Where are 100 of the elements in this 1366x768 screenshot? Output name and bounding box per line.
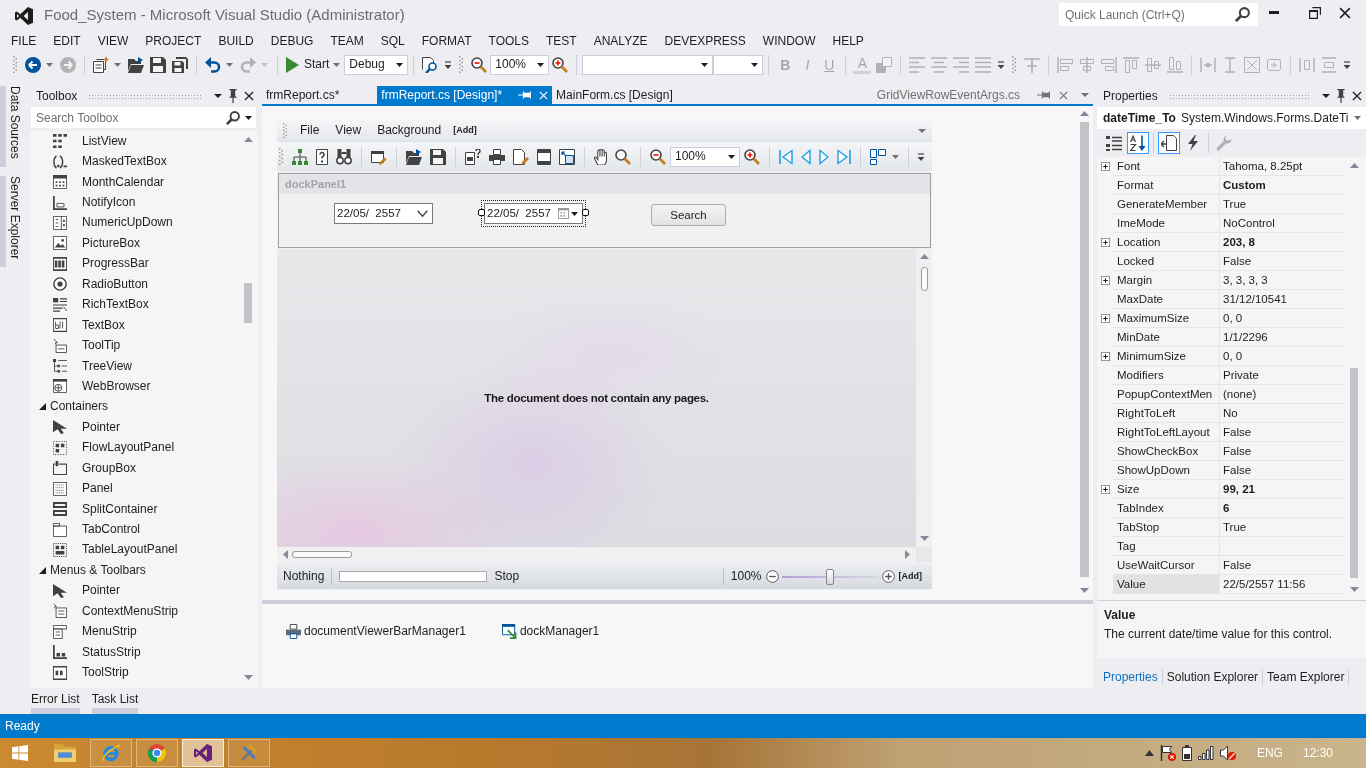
expand-icon[interactable] — [1100, 314, 1110, 323]
component-item[interactable]: documentViewerBarManager1 — [286, 624, 466, 639]
dropdown-field[interactable] — [582, 54, 714, 75]
property-name[interactable]: ImeMode — [1113, 214, 1220, 233]
properties-button[interactable] — [1158, 131, 1180, 154]
overflow-chevron-icon[interactable] — [1343, 60, 1352, 69]
close-icon[interactable] — [244, 91, 254, 101]
toolbox-item[interactable]: GroupBox — [30, 458, 241, 479]
property-name[interactable]: Size — [1113, 480, 1220, 499]
menu-item[interactable]: FORMAT — [413, 31, 481, 51]
toolbox-item[interactable]: NotifyIcon — [30, 192, 241, 213]
toolbox-item[interactable]: TreeView — [30, 355, 241, 377]
save-icon[interactable] — [430, 148, 446, 165]
property-value[interactable]: 203, 8 — [1220, 233, 1344, 252]
expand-icon[interactable] — [1100, 485, 1110, 494]
date-picker[interactable]: 22/05/ 2557 — [484, 203, 583, 224]
property-value[interactable]: 0, 0 — [1220, 347, 1344, 366]
panel-tab[interactable]: Team Explorer — [1263, 669, 1350, 685]
menu-item[interactable]: TEST — [538, 31, 586, 51]
configuration-dropdown[interactable]: Debug — [344, 54, 409, 75]
property-name[interactable]: Font — [1113, 157, 1220, 176]
expand-icon[interactable] — [1100, 276, 1110, 285]
zoom-dropdown[interactable]: 100% — [490, 54, 550, 75]
pin-icon[interactable] — [518, 91, 532, 99]
expand-icon[interactable] — [1100, 238, 1110, 247]
property-name[interactable]: MaximumSize — [1113, 309, 1220, 328]
overflow-chevron-icon[interactable] — [444, 60, 453, 69]
property-value[interactable]: False — [1220, 252, 1344, 271]
toolbox-item[interactable]: WebBrowser — [30, 376, 241, 397]
property-name[interactable]: MaxDate — [1113, 290, 1220, 309]
property-value[interactable]: NoControl — [1220, 214, 1344, 233]
resize-handle[interactable] — [582, 209, 589, 216]
scrollbar-thumb[interactable] — [1350, 368, 1358, 578]
muted-speaker-icon[interactable] — [1219, 745, 1236, 761]
property-name[interactable]: MinDate — [1113, 328, 1220, 347]
expand-icon[interactable] — [1100, 162, 1110, 171]
date-picker[interactable]: 22/05/ 2557 — [334, 203, 433, 224]
open-folder-icon[interactable] — [406, 148, 422, 165]
open-folder-icon[interactable] — [128, 56, 144, 73]
magnifier-page-icon[interactable] — [422, 56, 439, 73]
caret-icon[interactable] — [245, 115, 252, 120]
add-menu-item[interactable]: [Add] — [449, 124, 481, 137]
toolbox-category[interactable]: Menus & Toolbars — [30, 560, 241, 581]
property-value[interactable]: 6 — [1220, 499, 1344, 518]
toolbox-item[interactable]: Panel — [30, 478, 241, 499]
menu-item[interactable]: Background — [369, 123, 450, 138]
org-chart-icon[interactable] — [292, 148, 308, 165]
side-tab[interactable]: Data Sources — [0, 86, 22, 167]
property-value[interactable]: 31/12/10541 — [1220, 290, 1344, 309]
property-value[interactable]: 1/1/2296 — [1220, 328, 1344, 347]
zoom-in-icon[interactable] — [744, 148, 760, 165]
property-value[interactable]: 22/5/2557 11:56 — [1220, 575, 1344, 594]
property-value[interactable]: Custom — [1220, 176, 1344, 195]
toolbox-item[interactable]: TextBox — [30, 314, 241, 336]
toolbox-item[interactable]: ToolTip — [30, 335, 241, 356]
property-value[interactable]: False — [1220, 556, 1344, 575]
component-item[interactable]: dockManager1 — [501, 624, 600, 639]
document-tab[interactable]: frmReport.cs* — [262, 86, 376, 104]
zoom-dropdown[interactable]: 100% — [670, 146, 740, 167]
next-page-icon[interactable] — [819, 148, 829, 165]
multiple-pages-icon[interactable] — [870, 148, 886, 165]
scroll-down-icon[interactable] — [919, 536, 929, 541]
menu-item[interactable]: EDIT — [45, 31, 90, 51]
property-name[interactable]: TabStop — [1113, 518, 1220, 537]
start-button[interactable]: Start — [286, 56, 330, 73]
search-field[interactable]: Search Toolbox — [31, 107, 256, 128]
plus-circle-icon[interactable] — [881, 570, 895, 583]
toolbox-item[interactable]: ProgressBar — [30, 253, 241, 275]
first-page-icon[interactable] — [779, 148, 793, 165]
property-name[interactable]: PopupContextMen — [1113, 385, 1220, 404]
property-name[interactable]: Value — [1113, 575, 1220, 594]
search-icon[interactable] — [1235, 7, 1250, 22]
zoom-in-icon[interactable] — [552, 56, 569, 73]
property-value[interactable]: (none) — [1220, 385, 1344, 404]
dropdown-field[interactable] — [713, 54, 764, 75]
overflow-chevron-icon[interactable] — [917, 152, 925, 161]
property-value[interactable]: False — [1220, 461, 1344, 480]
property-value[interactable]: False — [1220, 442, 1344, 461]
panel-tab[interactable]: Properties — [1099, 669, 1163, 685]
property-value[interactable]: 0, 0 — [1220, 309, 1344, 328]
property-name[interactable]: ShowUpDown — [1113, 461, 1220, 480]
property-value[interactable]: True — [1220, 518, 1344, 537]
property-value[interactable]: Private — [1220, 366, 1344, 385]
overflow-chevron-icon[interactable] — [997, 60, 1006, 69]
toolbox-item[interactable]: StatusStrip — [30, 641, 241, 663]
flag-alert-icon[interactable] — [1159, 745, 1176, 761]
property-name[interactable]: Tag — [1113, 537, 1220, 556]
toolbox-item[interactable]: ListView — [30, 131, 241, 152]
toolbox-item[interactable]: RadioButton — [30, 274, 241, 295]
grip-icon[interactable] — [1012, 56, 1017, 73]
stop-button[interactable]: Stop — [494, 569, 520, 584]
caret-icon[interactable] — [214, 94, 222, 98]
property-value[interactable]: False — [1220, 423, 1344, 442]
toolbox-item[interactable]: FlowLayoutPanel — [30, 437, 241, 458]
toolbox-item[interactable]: SplitContainer — [30, 498, 241, 520]
property-name[interactable]: GenerateMember — [1113, 195, 1220, 214]
side-tab[interactable]: Server Explorer — [0, 175, 22, 268]
magnifier-icon[interactable] — [615, 148, 631, 165]
toolbox-item[interactable]: MonthCalendar — [30, 171, 241, 193]
toolbox-item[interactable]: MenuStrip — [30, 621, 241, 642]
